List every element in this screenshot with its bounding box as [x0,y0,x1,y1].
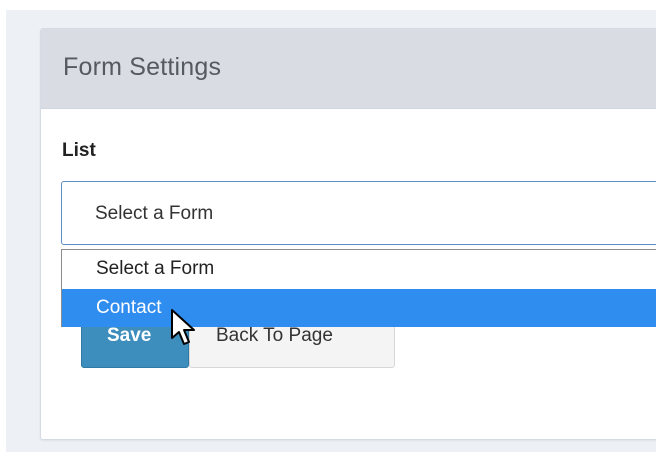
dropdown-option-label: Contact [96,297,162,318]
select-current-value: Select a Form [95,203,214,224]
save-button-label: Save [107,325,152,346]
dropdown-option-select-a-form[interactable]: Select a Form [62,250,656,288]
form-select-dropdown[interactable]: Select a Form Contact [61,249,656,327]
dropdown-option-label: Select a Form [96,258,215,279]
list-label: List [62,140,96,161]
panel-title: Form Settings [63,53,222,81]
panel-header: Form Settings [41,29,656,109]
back-to-page-button-label: Back To Page [216,325,333,346]
mouse-pointer-icon [171,309,195,345]
dropdown-option-contact[interactable]: Contact [62,289,656,327]
form-select[interactable]: Select a Form [61,181,656,245]
